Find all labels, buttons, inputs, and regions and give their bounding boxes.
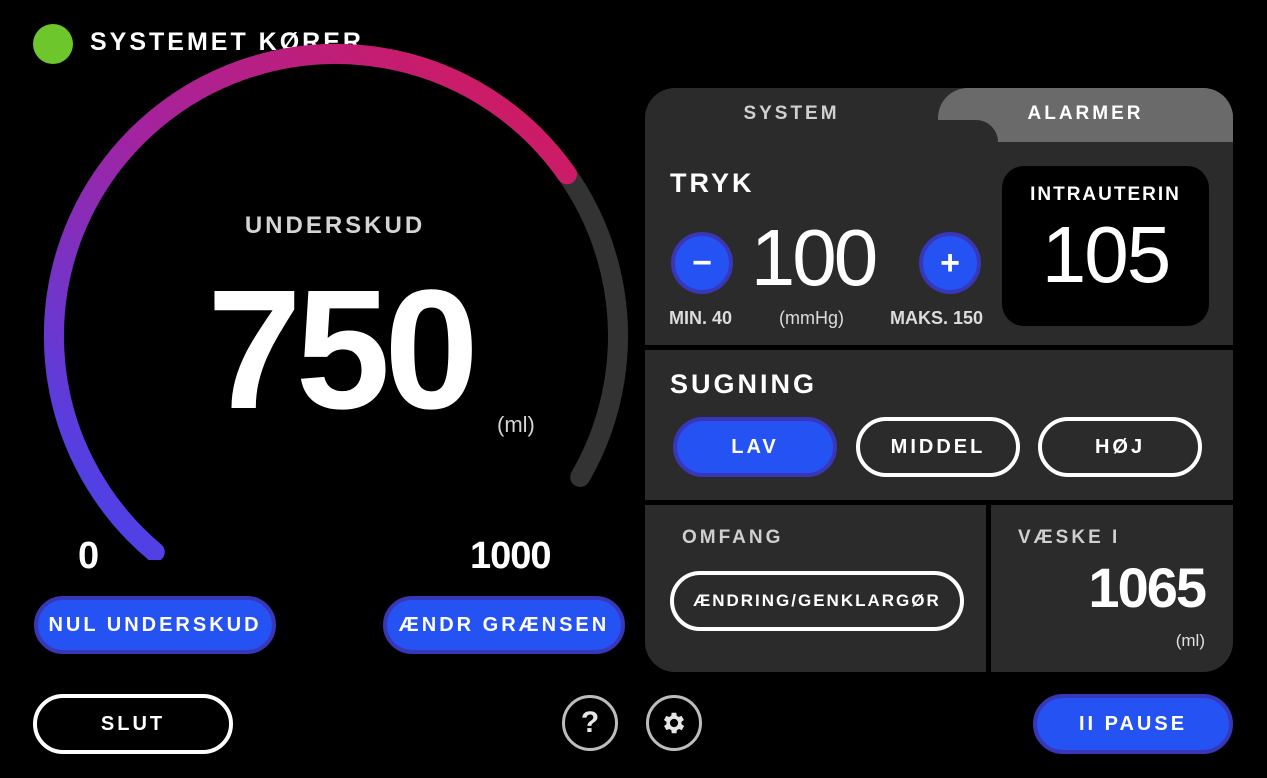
intrauterine-value: 105: [1041, 210, 1171, 299]
end-button[interactable]: SLUT: [33, 694, 233, 754]
fluid-in-unit: (ml): [1175, 631, 1205, 650]
divider: [986, 505, 991, 672]
pressure-unit-label: (mmHg): [779, 308, 844, 328]
null-deficit-button[interactable]: NUL UNDERSKUD: [34, 596, 276, 654]
deficit-title: UNDERSKUD: [244, 212, 426, 239]
change-limit-button[interactable]: ÆNDR GRÆNSEN: [383, 596, 625, 654]
question-icon: ?: [580, 706, 600, 739]
fluid-in-title: VÆSKE I: [1018, 527, 1121, 548]
suction-medium-button[interactable]: MIDDEL: [856, 417, 1020, 477]
tab-system[interactable]: SYSTEM: [645, 103, 938, 125]
divider: [645, 345, 1233, 350]
divider: [645, 500, 1233, 505]
gauge-min-label: 0: [78, 535, 100, 577]
gauge-max-label: 1000: [470, 535, 552, 577]
pressure-increase-button[interactable]: +: [919, 232, 981, 294]
pause-button[interactable]: II PAUSE: [1033, 694, 1233, 754]
scope-change-button[interactable]: ÆNDRING/GENKLARGØR: [670, 571, 964, 631]
suction-low-button[interactable]: LAV: [673, 417, 837, 477]
pressure-min-label: MIN. 40: [669, 308, 733, 328]
scope-title: OMFANG: [682, 527, 784, 548]
pressure-value: 100: [750, 213, 878, 302]
tab-alarms-label[interactable]: ALARMER: [938, 103, 1233, 125]
suction-high-button[interactable]: HØJ: [1038, 417, 1202, 477]
gear-icon: [663, 712, 685, 734]
suction-title: SUGNING: [670, 369, 818, 399]
pressure-max-label: MAKS. 150: [890, 308, 984, 328]
help-button[interactable]: ?: [562, 695, 618, 751]
plus-icon: +: [940, 244, 960, 282]
minus-icon: −: [692, 244, 712, 282]
pressure-decrease-button[interactable]: −: [671, 232, 733, 294]
pressure-title: TRYK: [670, 168, 755, 198]
deficit-unit: (ml): [497, 412, 535, 437]
intrauterine-label: INTRAUTERIN: [1030, 184, 1181, 205]
settings-button[interactable]: [646, 695, 702, 751]
deficit-value: 750: [207, 255, 479, 445]
fluid-in-value: 1065: [1088, 556, 1207, 619]
